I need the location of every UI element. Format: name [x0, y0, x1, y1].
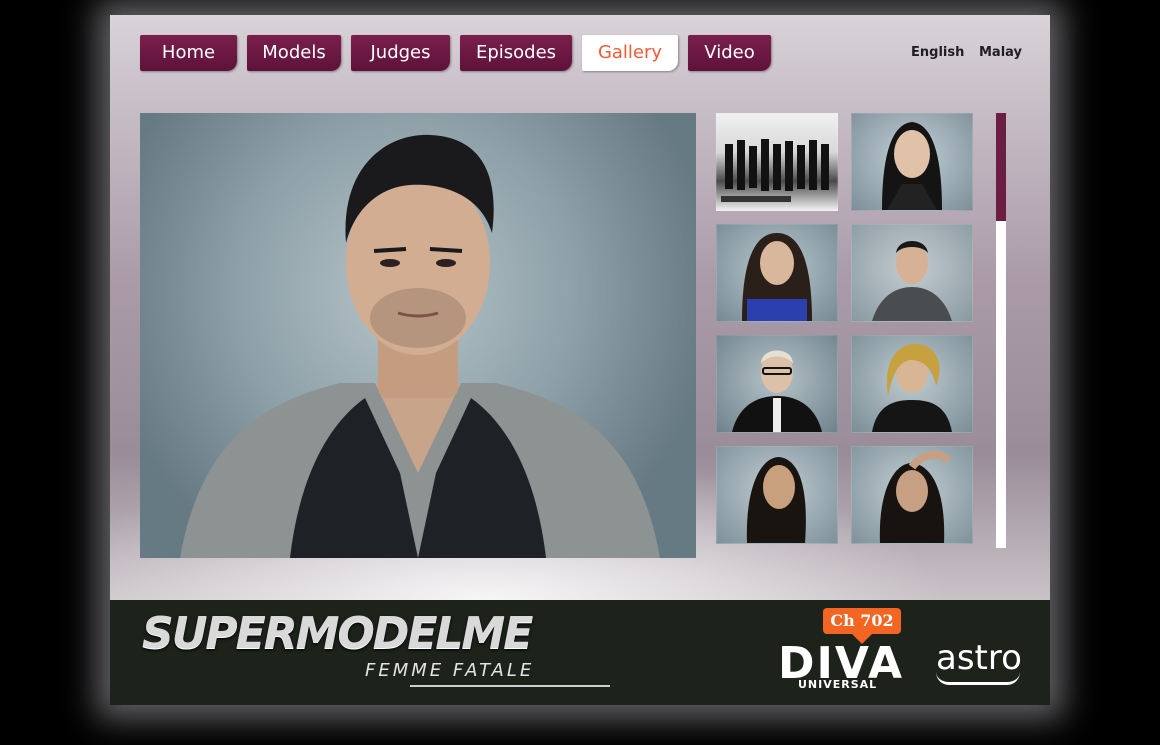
group-photo-thumb-icon — [721, 139, 829, 202]
content-area: Home Models Judges Episodes Gallery Vide… — [110, 15, 1050, 600]
logo-underline — [410, 685, 610, 687]
channel-logo-sub: UNIVERSAL — [798, 678, 878, 691]
language-malay-link[interactable]: Malay — [979, 45, 1022, 60]
featured-photo — [140, 113, 696, 558]
site-frame: Home Models Judges Episodes Gallery Vide… — [110, 15, 1050, 705]
footer-banner: SUPERMODELME FEMME FATALE Ch 702 DIVA UN… — [110, 600, 1050, 705]
portrait-thumb-icon — [872, 241, 952, 321]
gallery-thumb-4[interactable] — [851, 224, 973, 322]
featured-photo-image — [180, 134, 660, 558]
nav-models-button[interactable]: Models — [247, 35, 341, 71]
portrait-thumb-icon — [746, 457, 806, 543]
nav-gallery-button[interactable]: Gallery — [582, 35, 678, 71]
portrait-thumb-icon — [872, 343, 952, 432]
gallery-scrollbar-thumb[interactable] — [996, 113, 1006, 221]
gallery-scrollbar[interactable] — [996, 113, 1006, 548]
gallery-thumb-1[interactable] — [716, 113, 838, 211]
gallery-thumb-7[interactable] — [716, 446, 838, 544]
channel-badge: Ch 702 — [823, 608, 901, 634]
nav-judges-button[interactable]: Judges — [351, 35, 450, 71]
show-logo-title: SUPERMODELME — [142, 608, 533, 659]
language-english-link[interactable]: English — [911, 45, 964, 60]
portrait-thumb-icon — [879, 450, 952, 543]
portrait-thumb-icon — [732, 350, 822, 432]
nav-home-button[interactable]: Home — [140, 35, 237, 71]
portrait-thumb-icon — [742, 233, 812, 321]
gallery-thumb-5[interactable] — [716, 335, 838, 433]
nav-episodes-button[interactable]: Episodes — [460, 35, 572, 71]
gallery-thumb-8[interactable] — [851, 446, 973, 544]
gallery-thumb-6[interactable] — [851, 335, 973, 433]
gallery-thumb-2[interactable] — [851, 113, 973, 211]
show-logo-subtitle: FEMME FATALE — [365, 660, 535, 681]
portrait-thumb-icon — [882, 122, 942, 210]
gallery-thumb-3[interactable] — [716, 224, 838, 322]
provider-swoosh-icon — [936, 672, 1020, 685]
nav-video-button[interactable]: Video — [688, 35, 771, 71]
